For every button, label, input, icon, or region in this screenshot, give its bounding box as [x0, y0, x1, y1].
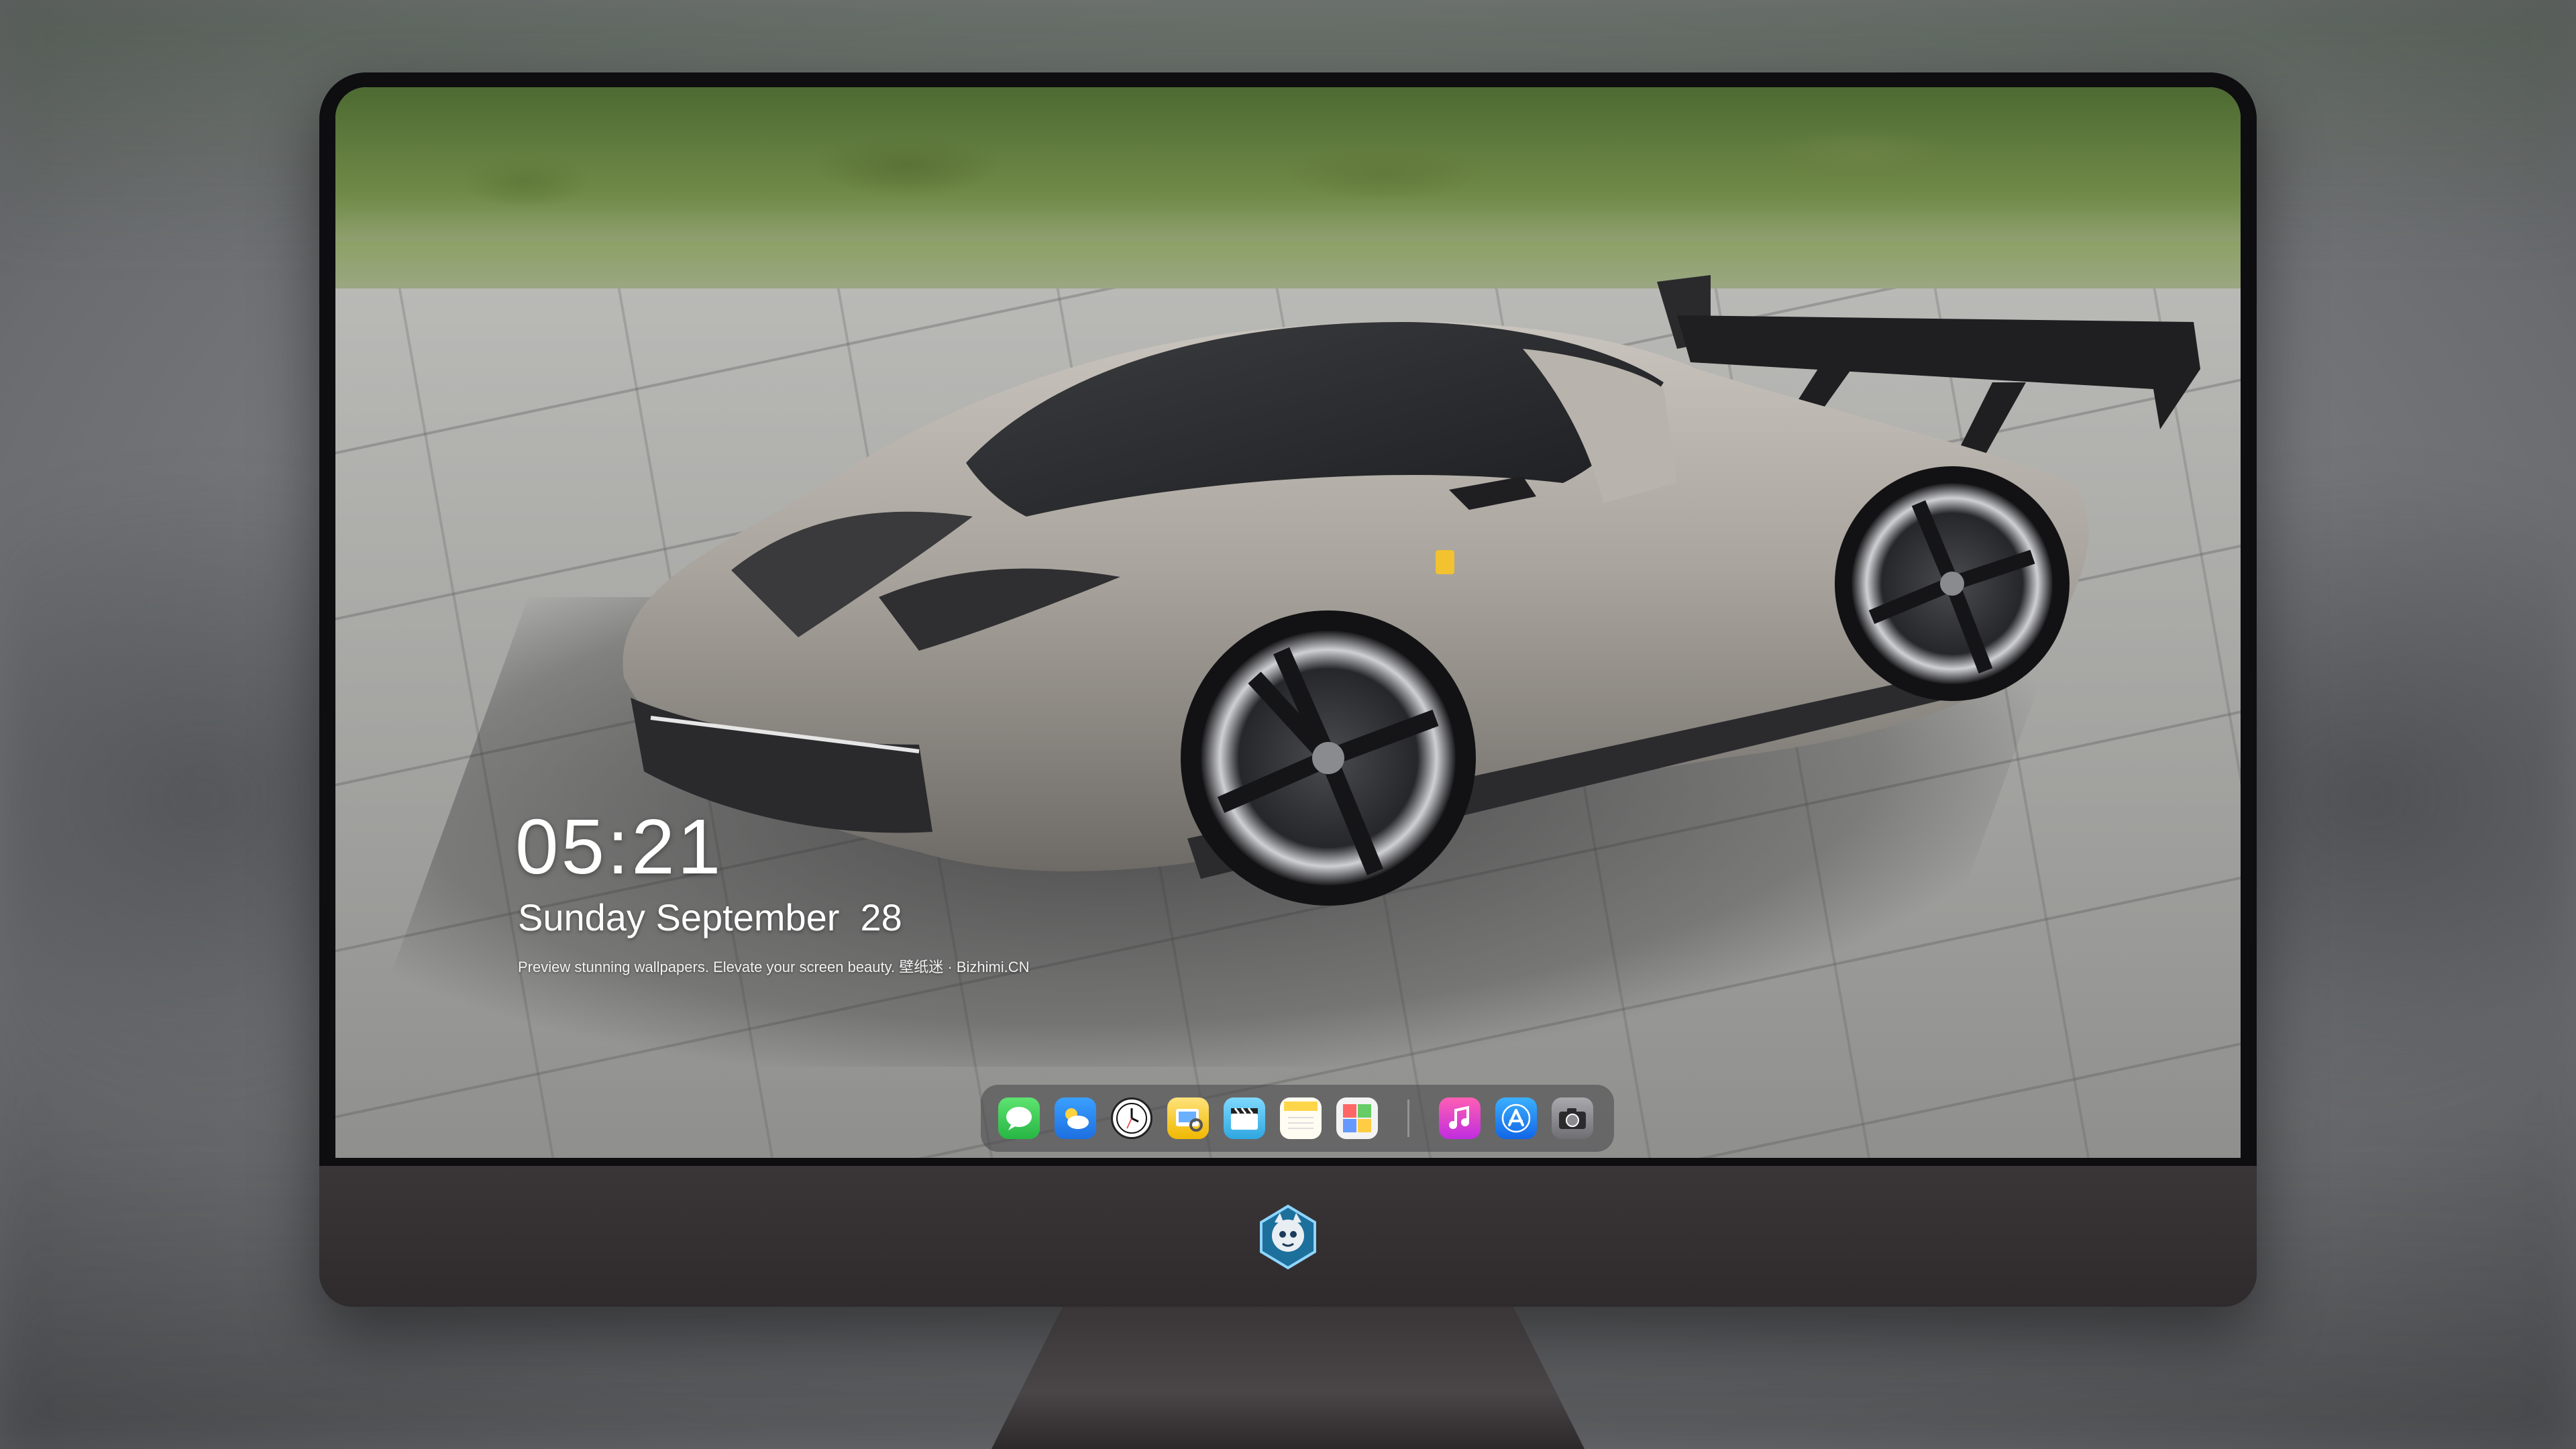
preview-icon[interactable]: [1167, 1097, 1209, 1139]
screen: 05:21 Sunday September 28 Preview stunni…: [335, 87, 2241, 1158]
clips-icon[interactable]: [1224, 1097, 1265, 1139]
music-icon[interactable]: [1439, 1097, 1481, 1139]
monitor-stand: [991, 1307, 1585, 1449]
monitor-bezel: 05:21 Sunday September 28 Preview stunni…: [319, 72, 2257, 1166]
notes-icon[interactable]: [1280, 1097, 1322, 1139]
monitor: 05:21 Sunday September 28 Preview stunni…: [319, 72, 2257, 1307]
photo-booth-icon[interactable]: [1336, 1097, 1378, 1139]
lock-screen-time: 05:21: [515, 803, 724, 890]
wallpaper-tagline: Preview stunning wallpapers. Elevate you…: [518, 959, 1030, 975]
messages-icon[interactable]: [998, 1097, 1040, 1139]
camera-icon[interactable]: [1552, 1097, 1593, 1139]
dock: [981, 1085, 1614, 1152]
app-store-icon[interactable]: [1495, 1097, 1537, 1139]
dock-separator: [1407, 1099, 1409, 1137]
weather-icon[interactable]: [1055, 1097, 1096, 1139]
mascot-logo-icon: [1260, 1204, 1316, 1270]
monitor-chin: [319, 1166, 2257, 1307]
clock-icon[interactable]: [1111, 1097, 1152, 1139]
lock-screen-date: Sunday September 28: [518, 896, 902, 938]
